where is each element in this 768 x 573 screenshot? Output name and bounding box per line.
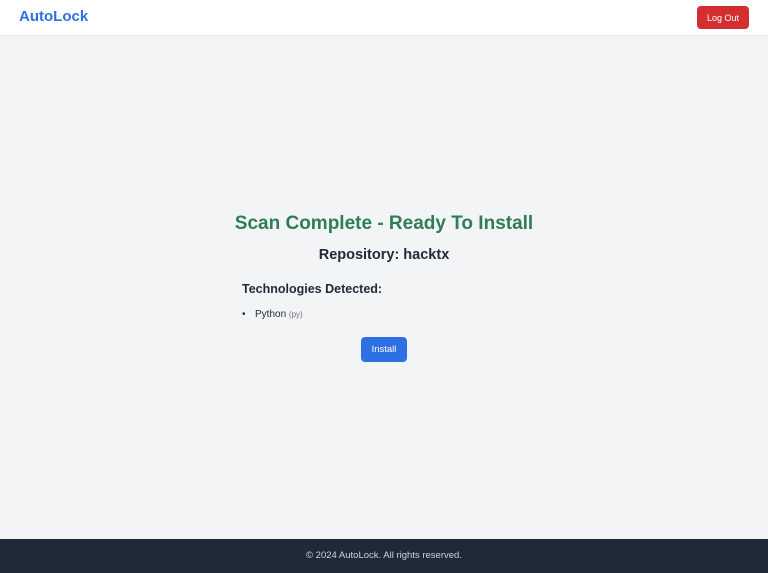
brand-logo[interactable]: AutoLock <box>19 8 88 26</box>
main-content: Scan Complete - Ready To Install Reposit… <box>0 36 768 539</box>
bullet-icon: • <box>242 309 246 320</box>
technology-name: Python <box>255 309 287 320</box>
technologies-list: • Python (py) <box>242 308 303 321</box>
page-title: Scan Complete - Ready To Install <box>234 213 534 234</box>
logout-button[interactable]: Log Out <box>697 6 749 29</box>
install-button[interactable]: Install <box>361 337 407 362</box>
repository-heading: Repository: hacktx <box>318 247 450 263</box>
copyright-text: © 2024 AutoLock. All rights reserved. <box>306 550 462 561</box>
technology-extension: (py) <box>288 310 303 319</box>
list-item: • Python (py) <box>242 308 303 321</box>
technologies-heading: Technologies Detected: <box>242 282 383 296</box>
footer: © 2024 AutoLock. All rights reserved. <box>0 539 768 573</box>
top-navbar: AutoLock Log Out <box>0 0 768 36</box>
